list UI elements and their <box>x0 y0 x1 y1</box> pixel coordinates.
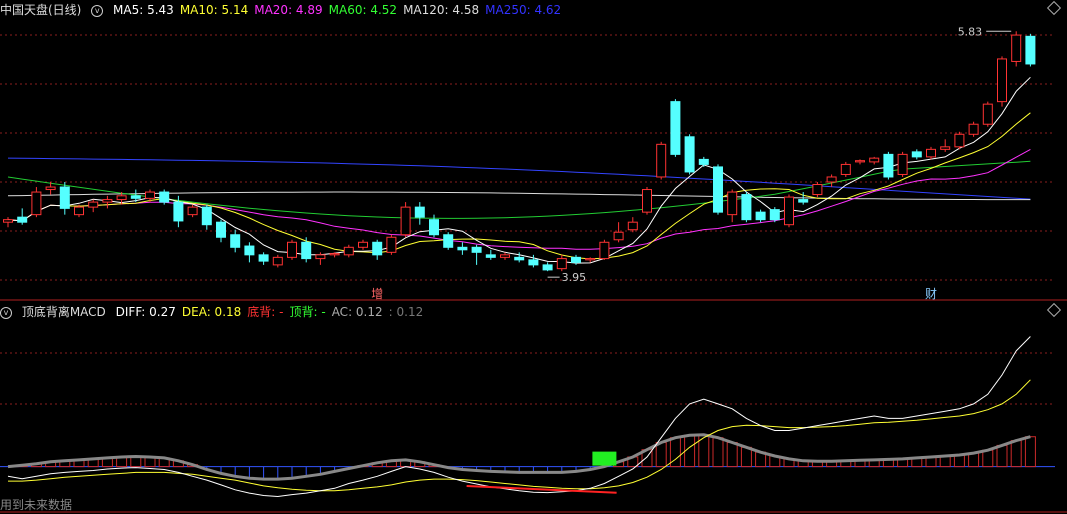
candle-body <box>59 186 70 209</box>
candle-body <box>613 231 624 241</box>
candle-body <box>443 234 454 248</box>
candle-body <box>3 219 13 223</box>
candle-body <box>358 241 368 248</box>
candle-body <box>997 58 1007 103</box>
candle-body <box>414 206 425 218</box>
macd-bar <box>1024 436 1036 468</box>
candle-body <box>74 206 84 216</box>
candle-body <box>102 199 113 203</box>
candle-body <box>471 246 482 253</box>
candle-body <box>329 253 340 256</box>
candle-body <box>528 259 539 266</box>
signal-marker: 财 <box>925 287 937 301</box>
footer-note: 用到未来数据 <box>0 498 73 512</box>
macd-bar <box>982 449 994 468</box>
candle-body <box>216 221 226 238</box>
ma5-line <box>7 76 1031 264</box>
candle-body <box>869 157 880 163</box>
candle-body <box>173 201 184 222</box>
candle-body <box>741 194 752 221</box>
candle-body <box>287 241 297 258</box>
candle-body <box>230 234 241 248</box>
macd-bar <box>953 454 965 468</box>
candle-body <box>826 176 837 183</box>
candle-body <box>684 136 695 173</box>
candle-body <box>982 103 993 125</box>
candle-body <box>201 206 212 226</box>
candle-body <box>940 146 951 150</box>
candle-body <box>88 201 99 208</box>
candle-body <box>954 133 965 148</box>
candle-body <box>514 256 525 261</box>
candle-body <box>258 254 269 262</box>
high-label: 5.83 <box>958 25 983 38</box>
candle-body <box>272 256 283 266</box>
candle-body <box>130 195 141 199</box>
macd-bar <box>740 446 752 468</box>
candle-body <box>301 241 312 260</box>
candle-body <box>926 148 936 158</box>
candle-body <box>457 246 468 251</box>
dea-line <box>8 379 1031 492</box>
macd-bar <box>996 444 1008 468</box>
candle-body <box>343 246 354 256</box>
candle-body <box>187 206 198 216</box>
candle-body <box>599 241 610 260</box>
candle-body <box>17 216 28 223</box>
candle-body <box>429 219 439 236</box>
candle-body <box>627 221 638 231</box>
candle-body <box>372 241 383 256</box>
candle-body <box>556 258 567 270</box>
candle-body <box>145 191 155 199</box>
candle-body <box>116 195 127 201</box>
macd-bar <box>968 452 980 468</box>
candle-body <box>727 191 738 216</box>
candle-body <box>159 191 170 203</box>
candle-body <box>713 166 723 213</box>
candle-body <box>400 206 411 236</box>
candle-body <box>31 191 42 216</box>
kline-chart[interactable]: 5.83 3.95 增 财 <box>0 0 1067 514</box>
candle-body <box>485 254 496 258</box>
candle-body <box>571 256 581 263</box>
candle-body <box>642 189 652 213</box>
candle-body <box>585 258 596 261</box>
low-label: 3.95 <box>562 271 587 284</box>
macd-bar <box>726 442 738 468</box>
candle-body <box>968 123 979 135</box>
candle-body <box>911 151 922 158</box>
candle-body <box>656 143 667 178</box>
candle-body <box>45 186 56 191</box>
ma10-line <box>7 112 1031 260</box>
macd-bar <box>1010 440 1022 468</box>
candle-body <box>386 236 397 253</box>
candle-body <box>1011 34 1022 62</box>
macd-bar <box>712 437 724 468</box>
candle-body <box>1025 35 1036 65</box>
candle-body <box>855 160 865 163</box>
candle-body <box>500 254 510 258</box>
candle-body <box>315 254 326 260</box>
candle-body <box>755 211 766 221</box>
macd-bar <box>655 442 667 468</box>
candle-body <box>798 199 809 203</box>
candle-body <box>769 209 780 221</box>
signal-box <box>592 451 617 466</box>
candle-body <box>542 264 553 271</box>
candle-body <box>784 196 794 226</box>
macd-bar <box>684 434 696 468</box>
candle-body <box>670 101 681 155</box>
candle-body <box>244 245 255 256</box>
candle-body <box>698 158 709 165</box>
candle-body <box>840 163 851 175</box>
candle-body <box>812 184 823 196</box>
signal-marker: 增 <box>371 287 383 301</box>
candle-body <box>883 153 894 178</box>
candle-body <box>897 153 908 175</box>
